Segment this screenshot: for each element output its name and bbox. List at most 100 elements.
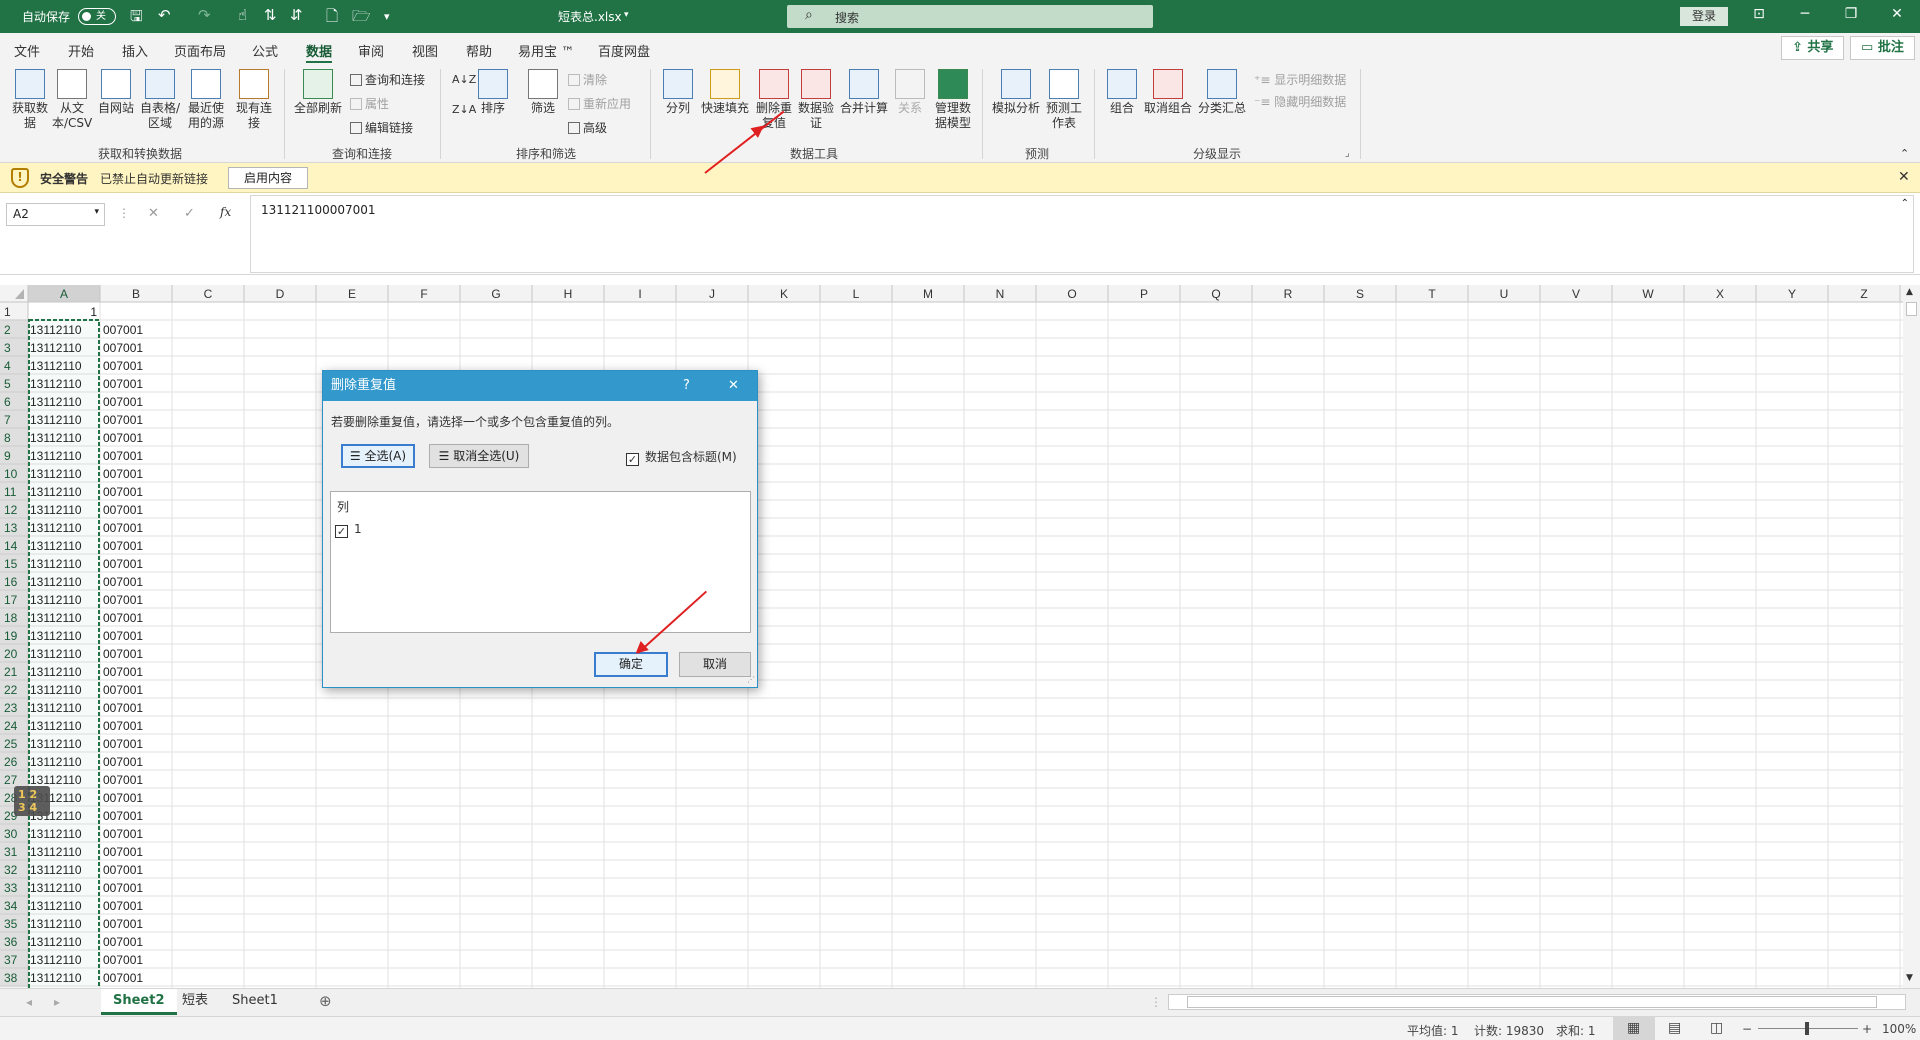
- new-file-icon[interactable]: 🗋: [326, 6, 338, 31]
- zoom-out-icon[interactable]: −: [1742, 1022, 1752, 1036]
- next-sheet-icon[interactable]: ▸: [54, 995, 60, 1009]
- column-header-k[interactable]: K: [780, 287, 788, 301]
- column-header-s[interactable]: S: [1356, 287, 1364, 301]
- save-icon[interactable]: 🖫: [130, 6, 143, 31]
- row-header[interactable]: 37: [4, 953, 18, 967]
- name-box-chevron-icon[interactable]: ▾: [94, 207, 99, 217]
- sort-az-button[interactable]: A↓Z: [452, 73, 476, 86]
- row-header[interactable]: 36: [4, 935, 18, 949]
- sort-asc-icon[interactable]: ⇅: [264, 6, 277, 24]
- row-header[interactable]: 20: [4, 647, 18, 661]
- scroll-down-icon[interactable]: ▼: [1906, 973, 1913, 983]
- tab-home[interactable]: 开始: [68, 41, 94, 60]
- minimize-icon[interactable]: ─: [1790, 6, 1820, 22]
- search-box[interactable]: ⌕ 搜索: [787, 5, 1153, 28]
- restore-icon[interactable]: ❐: [1836, 6, 1866, 22]
- column-header-r[interactable]: R: [1284, 287, 1293, 301]
- row-header[interactable]: 2: [4, 323, 11, 337]
- tab-help[interactable]: 帮助: [466, 41, 492, 60]
- tab-formulas[interactable]: 公式: [252, 41, 278, 60]
- outline-level-4[interactable]: 4: [30, 801, 38, 814]
- column-header-p[interactable]: P: [1140, 287, 1148, 301]
- get-data-button[interactable]: 获取数据: [8, 69, 52, 131]
- row-header[interactable]: 10: [4, 467, 18, 481]
- horizontal-scrollbar[interactable]: [1168, 994, 1906, 1010]
- column-header-u[interactable]: U: [1500, 287, 1509, 301]
- sheet-tab-sheet2[interactable]: Sheet2: [101, 989, 177, 1015]
- row-header[interactable]: 3: [4, 341, 11, 355]
- tab-yiyongbao[interactable]: 易用宝 ™: [518, 41, 574, 60]
- unselect-all-button[interactable]: ☰ 取消全选(U): [429, 444, 529, 468]
- row-header[interactable]: 7: [4, 413, 11, 427]
- group-button[interactable]: 组合: [1104, 69, 1140, 116]
- vertical-scrollbar[interactable]: ▲ ▼: [1903, 285, 1920, 988]
- filter-button[interactable]: 筛选: [526, 69, 560, 116]
- row-header[interactable]: 23: [4, 701, 18, 715]
- outline-level-1[interactable]: 1: [18, 788, 26, 801]
- column-header-w[interactable]: W: [1642, 287, 1654, 301]
- row-header[interactable]: 4: [4, 359, 11, 373]
- row-header[interactable]: 34: [4, 899, 18, 913]
- horizontal-scroll-thumb[interactable]: [1187, 996, 1877, 1008]
- cancel-entry-icon[interactable]: ✕: [148, 206, 159, 221]
- outline-level-3[interactable]: 3: [18, 801, 26, 814]
- row-header[interactable]: 31: [4, 845, 18, 859]
- row-header[interactable]: 15: [4, 557, 18, 571]
- column-header-q[interactable]: Q: [1211, 287, 1220, 301]
- row-header[interactable]: 27: [4, 773, 18, 787]
- row-header[interactable]: 12: [4, 503, 18, 517]
- properties-button[interactable]: 属性: [350, 95, 389, 112]
- redo-icon[interactable]: ↷: [198, 6, 211, 24]
- consolidate-button[interactable]: 合并计算: [838, 69, 890, 116]
- reapply-button[interactable]: 重新应用: [568, 95, 631, 112]
- column-header-j[interactable]: J: [709, 287, 715, 301]
- sheet-tab-sheet1[interactable]: Sheet1: [220, 989, 290, 1015]
- row-header[interactable]: 13: [4, 521, 18, 535]
- column-header-n[interactable]: N: [996, 287, 1005, 301]
- ungroup-button[interactable]: 取消组合: [1142, 69, 1194, 116]
- row-header[interactable]: 30: [4, 827, 18, 841]
- formula-input[interactable]: 131121100007001 ⌃: [250, 195, 1914, 273]
- show-detail-button[interactable]: ⁺≡ 显示明细数据: [1254, 71, 1346, 88]
- worksheet-grid[interactable]: ABCDEFGHIJKLMNOPQRSTUVWXYZ11213112110007…: [0, 285, 1903, 988]
- add-sheet-icon[interactable]: ⊕: [319, 992, 332, 1010]
- row-header[interactable]: 14: [4, 539, 18, 553]
- column-header-y[interactable]: Y: [1788, 287, 1796, 301]
- queries-button[interactable]: 查询和连接: [350, 71, 425, 88]
- column-header-a[interactable]: A: [60, 287, 68, 301]
- close-icon[interactable]: ✕: [728, 371, 739, 401]
- row-header[interactable]: 1: [4, 305, 11, 319]
- column-header-h[interactable]: H: [564, 287, 573, 301]
- autosave-toggle[interactable]: 关: [78, 8, 116, 25]
- insert-function-icon[interactable]: fx: [220, 205, 231, 219]
- close-warning-icon[interactable]: ✕: [1898, 169, 1910, 185]
- existing-connections-button[interactable]: 现有连接: [236, 69, 272, 131]
- row-header[interactable]: 6: [4, 395, 11, 409]
- column-header-e[interactable]: E: [348, 287, 356, 301]
- tab-file[interactable]: 文件: [14, 41, 40, 60]
- touch-mode-icon[interactable]: ☝: [238, 6, 247, 24]
- sort-button[interactable]: 排序: [476, 69, 510, 116]
- ribbon-display-icon[interactable]: ⊡: [1744, 6, 1774, 22]
- tab-data[interactable]: 数据: [306, 41, 333, 63]
- relationships-button[interactable]: 关系: [892, 69, 928, 116]
- row-header[interactable]: 16: [4, 575, 18, 589]
- row-header[interactable]: 8: [4, 431, 11, 445]
- row-header[interactable]: 26: [4, 755, 18, 769]
- from-text-button[interactable]: 从文本/CSV: [52, 69, 92, 131]
- row-header[interactable]: 17: [4, 593, 18, 607]
- column-header-o[interactable]: O: [1067, 287, 1076, 301]
- help-icon[interactable]: ?: [683, 371, 690, 401]
- tab-insert[interactable]: 插入: [122, 41, 148, 60]
- from-table-button[interactable]: 自表格/区域: [138, 69, 182, 131]
- tab-review[interactable]: 审阅: [358, 41, 384, 60]
- tab-splitter-icon[interactable]: ⋮: [1150, 995, 1162, 1009]
- customize-qat-icon[interactable]: ▾: [384, 10, 390, 23]
- undo-icon[interactable]: ↶: [158, 6, 171, 24]
- row-header[interactable]: 18: [4, 611, 18, 625]
- tab-view[interactable]: 视图: [412, 41, 438, 60]
- login-button[interactable]: 登录: [1680, 7, 1728, 26]
- sort-za-button[interactable]: Z↓A: [452, 103, 476, 116]
- hide-detail-button[interactable]: ⁻≡ 隐藏明细数据: [1254, 93, 1346, 110]
- column-checkbox[interactable]: ✓: [335, 525, 348, 538]
